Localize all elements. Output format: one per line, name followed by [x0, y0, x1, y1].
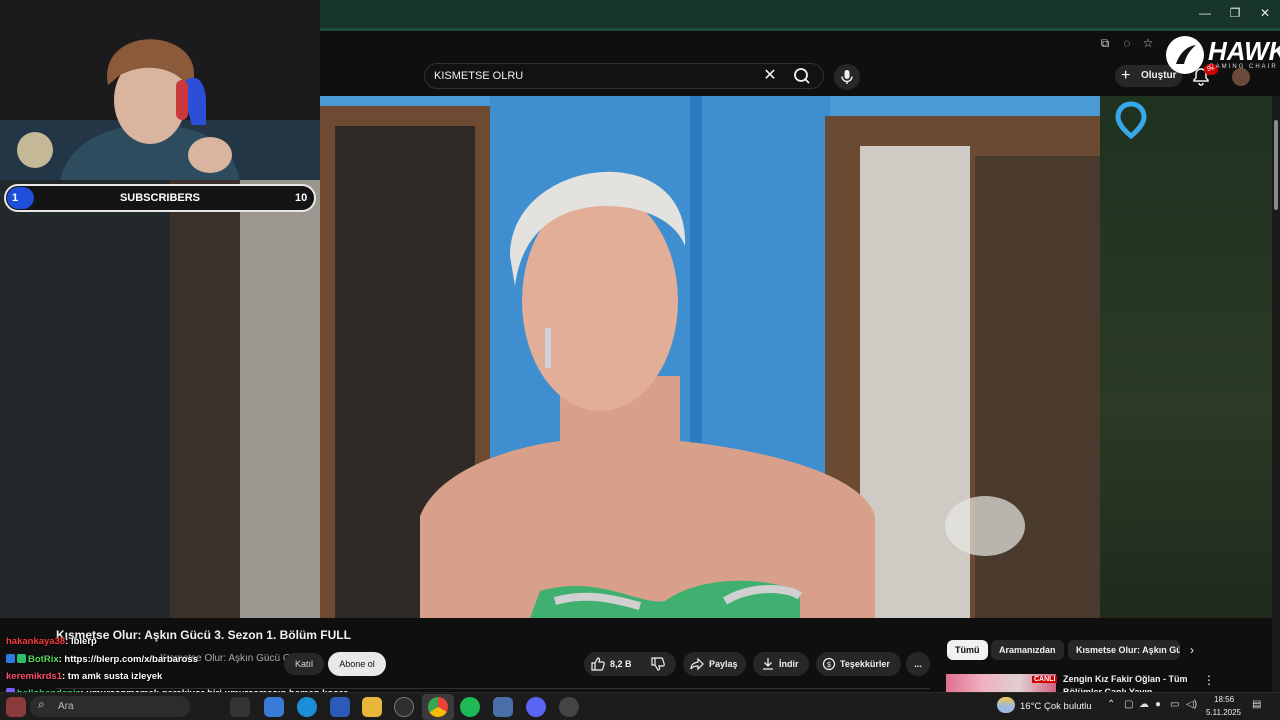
microsoft-store-icon[interactable] — [330, 697, 350, 717]
minimize-icon[interactable]: — — [1198, 6, 1212, 20]
taskbar-search-box[interactable] — [30, 696, 190, 717]
like-count[interactable]: 8,2 B — [610, 652, 632, 676]
xbox-icon[interactable] — [394, 697, 414, 717]
weather-cloud-icon[interactable] — [997, 697, 1015, 713]
chat-message: BotRix: https://blerp.com/x/barbaross — [6, 654, 198, 665]
copilot-icon[interactable] — [264, 697, 284, 717]
network-icon[interactable]: ▭ — [1170, 699, 1179, 710]
chat-text: : lblerp — [65, 636, 97, 647]
scrollbar-grip[interactable] — [1274, 120, 1278, 210]
subscriber-goal-label: SUBSCRIBERS — [119, 192, 201, 204]
chat-username: keremikrds1 — [6, 671, 62, 682]
chrome-icon[interactable] — [428, 697, 448, 717]
more-actions-button[interactable]: ... — [906, 652, 930, 676]
plus-icon: + — [1121, 67, 1131, 84]
thumbs-down-icon[interactable] — [650, 656, 666, 677]
brand-name: HAWK — [1208, 36, 1280, 66]
join-button[interactable]: Katıl — [284, 653, 324, 675]
address-bar[interactable] — [320, 28, 1280, 58]
bookmark-star-icon[interactable]: ☆ — [1141, 36, 1155, 50]
more-vertical-icon[interactable]: ⋮ — [1203, 673, 1215, 687]
streamer-webcam — [0, 0, 320, 180]
bot-badge-icon — [6, 654, 15, 663]
subscribe-button[interactable]: Abone ol — [328, 652, 386, 676]
task-view-icon[interactable] — [230, 697, 250, 717]
tray-cloud-icon[interactable]: ☁ — [1139, 699, 1149, 710]
chevron-right-icon[interactable]: › — [1190, 643, 1194, 657]
live-badge: CANLI — [1032, 676, 1058, 683]
notification-center-icon[interactable]: ▤ — [1252, 699, 1261, 710]
file-explorer-icon[interactable] — [362, 697, 382, 717]
discord-icon[interactable] — [526, 697, 546, 717]
chat-message: hakankaya38: lblerp — [6, 636, 97, 647]
chevron-up-icon[interactable]: ⌃ — [1107, 699, 1115, 710]
hawk-logo-icon — [1166, 36, 1204, 74]
user-avatar[interactable] — [1232, 68, 1250, 86]
spotify-icon[interactable] — [460, 697, 480, 717]
thumbs-up-icon[interactable] — [590, 656, 606, 677]
brand-tagline: GAMING CHAIR — [1209, 64, 1278, 70]
super-thanks-icon: $ — [822, 657, 836, 676]
chat-username: BotRix — [28, 654, 59, 665]
weather-temperature[interactable]: 16°C — [1020, 701, 1041, 712]
video-title: Kısmetse Olur: Aşkın Gücü 3. Sezon 1. Bö… — [56, 628, 351, 642]
chip-all[interactable]: Tümü — [947, 640, 988, 660]
subscriber-goal-target: 10 — [295, 192, 308, 204]
clock-date[interactable]: 5.11.2025 — [1206, 708, 1241, 717]
widgets-icon[interactable] — [6, 697, 26, 717]
chat-text: : tm amk susta izleyek — [61, 671, 163, 682]
chat-message: keremikrds1: tm amk susta izleyek — [6, 671, 162, 682]
recommended-video-title[interactable]: Zengin Kız Fakir Oğlan - Tüm Bölümler Ca… — [1063, 673, 1193, 692]
search-icon[interactable] — [786, 64, 820, 88]
weather-description[interactable]: Çok bulutlu — [1044, 701, 1092, 712]
video-side-panel — [1100, 96, 1272, 618]
svg-text:$: $ — [827, 662, 831, 669]
location-pin-logo-icon — [1114, 100, 1148, 140]
clear-search-icon[interactable]: ✕ — [763, 66, 777, 86]
steam-icon[interactable] — [493, 697, 513, 717]
search-input-value[interactable]: KISMETSE OLRU — [434, 70, 523, 82]
chat-text: : https://blerp.com/x/barbaross — [58, 654, 198, 665]
browser-title-bar — [320, 0, 1280, 28]
volume-icon[interactable]: ◁) — [1186, 699, 1197, 710]
taskbar-search-placeholder[interactable]: Ara — [58, 701, 74, 712]
restore-icon[interactable]: ❐ — [1228, 6, 1242, 20]
tray-app-icon[interactable]: ▢ — [1124, 699, 1133, 710]
edge-browser-icon[interactable] — [297, 697, 317, 717]
share-icon — [690, 657, 704, 676]
download-icon — [761, 657, 775, 676]
subscriber-goal-current: 1 — [12, 192, 19, 204]
chip-kismetse-olur[interactable]: Kısmetse Olur: Aşkın Gücü — [1068, 640, 1180, 660]
tray-mic-icon[interactable]: ● — [1155, 699, 1161, 710]
close-icon[interactable]: ✕ — [1258, 6, 1272, 20]
install-app-icon[interactable]: ⧉ — [1098, 36, 1112, 50]
obs-icon[interactable] — [559, 697, 579, 717]
verified-badge-icon — [17, 654, 26, 663]
chip-from-search[interactable]: Aramanızdan — [991, 640, 1064, 660]
eye-off-icon[interactable]: ◌ — [1120, 36, 1134, 50]
chat-username: hakankaya38 — [6, 636, 66, 647]
clock-time[interactable]: 18:56 — [1214, 695, 1234, 704]
microphone-icon[interactable] — [834, 64, 860, 90]
search-icon: ⌕ — [38, 697, 45, 711]
